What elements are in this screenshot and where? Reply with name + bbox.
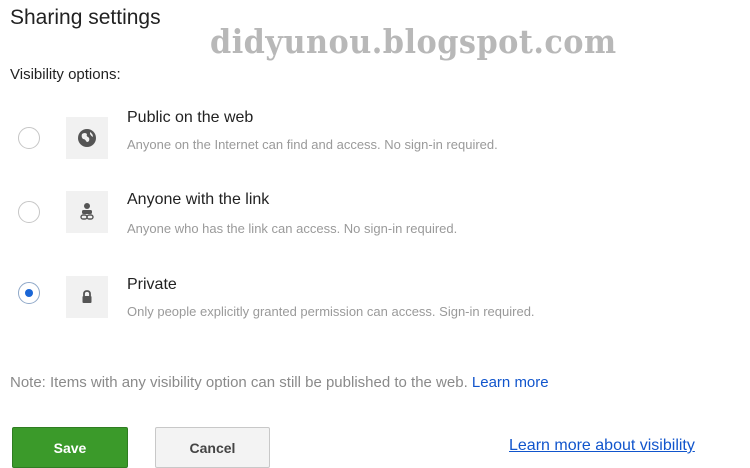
- cancel-button[interactable]: Cancel: [155, 427, 270, 468]
- radio-anyone-with-link[interactable]: [18, 201, 40, 223]
- person-link-icon: [66, 191, 108, 233]
- option-anyone-with-link[interactable]: Anyone with the link Anyone who has the …: [0, 191, 720, 253]
- globe-icon: [66, 117, 108, 159]
- option-title: Private: [127, 276, 177, 293]
- option-private[interactable]: Private Only people explicitly granted p…: [0, 276, 720, 338]
- learn-more-about-visibility-link[interactable]: Learn more about visibility: [509, 437, 695, 455]
- publish-note: Note: Items with any visibility option c…: [10, 374, 549, 391]
- option-title: Public on the web: [127, 109, 254, 126]
- learn-more-link[interactable]: Learn more: [472, 374, 549, 391]
- dialog-title: Sharing settings: [10, 6, 161, 29]
- radio-public-on-web[interactable]: [18, 127, 40, 149]
- save-button[interactable]: Save: [12, 427, 128, 468]
- option-title: Anyone with the link: [127, 191, 270, 208]
- radio-private[interactable]: [18, 282, 40, 304]
- watermark-logo: didyunou.blogspot.com: [210, 22, 617, 61]
- visibility-options-label: Visibility options:: [10, 66, 121, 83]
- option-public-on-web[interactable]: Public on the web Anyone on the Internet…: [0, 108, 720, 170]
- note-text: Note: Items with any visibility option c…: [10, 374, 468, 391]
- option-description: Anyone who has the link can access. No s…: [127, 221, 458, 236]
- option-description: Anyone on the Internet can find and acce…: [127, 137, 498, 152]
- lock-icon: [66, 276, 108, 318]
- option-description: Only people explicitly granted permissio…: [127, 304, 535, 319]
